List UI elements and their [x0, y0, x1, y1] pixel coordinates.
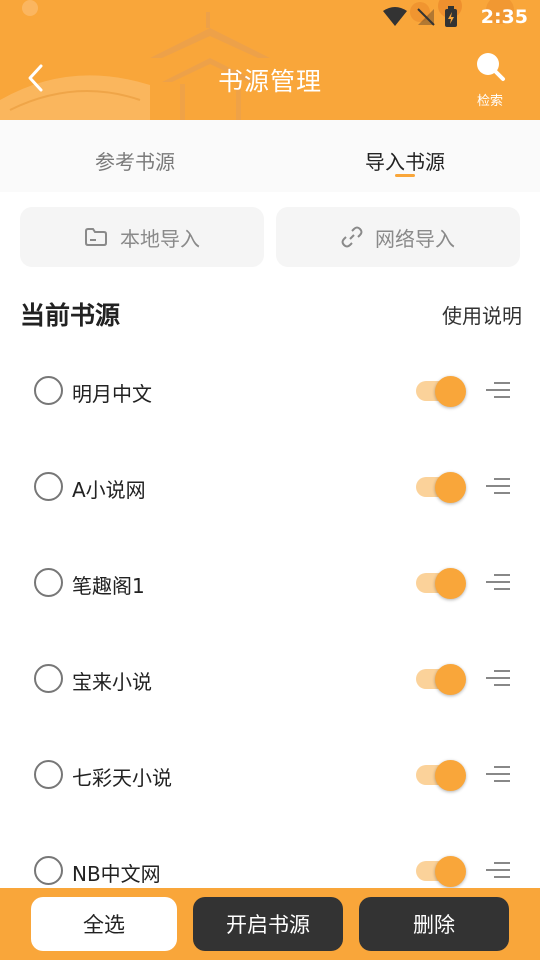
- source-name: 七彩天小说: [72, 766, 172, 790]
- enable-toggle[interactable]: [414, 472, 466, 503]
- source-name: NB中文网: [72, 862, 161, 886]
- enable-toggle[interactable]: [414, 376, 466, 407]
- enable-toggle[interactable]: [414, 568, 466, 599]
- wifi-icon: [383, 7, 407, 26]
- drag-handle-icon[interactable]: [484, 476, 512, 496]
- delete-button[interactable]: 删除: [359, 897, 509, 951]
- search-label: 检索: [476, 94, 503, 109]
- section-title: 当前书源: [20, 301, 121, 330]
- search-button[interactable]: 检索: [468, 50, 512, 109]
- network-import-label: 网络导入: [375, 226, 455, 251]
- tab-import-sources[interactable]: 导入书源: [270, 120, 540, 192]
- drag-handle-icon[interactable]: [484, 860, 512, 880]
- list-item: 宝来小说: [0, 630, 540, 726]
- tab-bar: 参考书源 导入书源: [0, 120, 540, 192]
- pavilion-decoration: [0, 0, 514, 120]
- list-item: 七彩天小说: [0, 726, 540, 822]
- enable-sources-button[interactable]: 开启书源: [193, 897, 343, 951]
- link-icon: [341, 226, 363, 248]
- source-name: 宝来小说: [72, 670, 152, 694]
- local-import-button[interactable]: 本地导入: [20, 207, 264, 267]
- list-item: 明月中文: [0, 342, 540, 438]
- enable-toggle[interactable]: [414, 760, 466, 791]
- no-signal-icon: [417, 8, 435, 26]
- select-radio[interactable]: [34, 856, 63, 885]
- source-name: 明月中文: [72, 382, 152, 406]
- source-name: A小说网: [72, 478, 146, 502]
- drag-handle-icon[interactable]: [484, 380, 512, 400]
- tab-label: 参考书源: [95, 150, 175, 174]
- local-import-label: 本地导入: [120, 226, 200, 251]
- select-radio[interactable]: [34, 472, 63, 501]
- select-radio[interactable]: [34, 760, 63, 789]
- drag-handle-icon[interactable]: [484, 572, 512, 592]
- active-tab-indicator: [395, 174, 415, 177]
- page-title: 书源管理: [217, 67, 322, 96]
- drag-handle-icon[interactable]: [484, 668, 512, 688]
- source-name: 笔趣阁1: [72, 574, 145, 598]
- enable-toggle[interactable]: [414, 856, 466, 887]
- import-options: 本地导入 网络导入: [20, 207, 520, 267]
- network-import-button[interactable]: 网络导入: [276, 207, 520, 267]
- list-item: A小说网: [0, 438, 540, 534]
- battery-charging-icon: [445, 6, 457, 27]
- usage-instructions-link[interactable]: 使用说明: [442, 300, 522, 329]
- drag-handle-icon[interactable]: [484, 764, 512, 784]
- app-header: 2:35 书源管理 检索: [0, 0, 540, 120]
- folder-icon: [85, 228, 107, 246]
- status-icons: [382, 6, 458, 28]
- tab-label: 导入书源: [365, 150, 445, 174]
- select-radio[interactable]: [34, 568, 63, 597]
- source-list: 明月中文 A小说网 笔趣阁1 宝来小说 七彩天小说 NB中文网: [0, 342, 540, 918]
- enable-toggle[interactable]: [414, 664, 466, 695]
- select-radio[interactable]: [34, 376, 63, 405]
- select-all-button[interactable]: 全选: [31, 897, 177, 951]
- bottom-action-bar: 全选 开启书源 删除: [0, 888, 540, 960]
- list-item: 笔趣阁1: [0, 534, 540, 630]
- select-radio[interactable]: [34, 664, 63, 693]
- tab-reference-sources[interactable]: 参考书源: [0, 120, 270, 192]
- status-time: 2:35: [480, 6, 528, 28]
- search-icon: [477, 53, 505, 81]
